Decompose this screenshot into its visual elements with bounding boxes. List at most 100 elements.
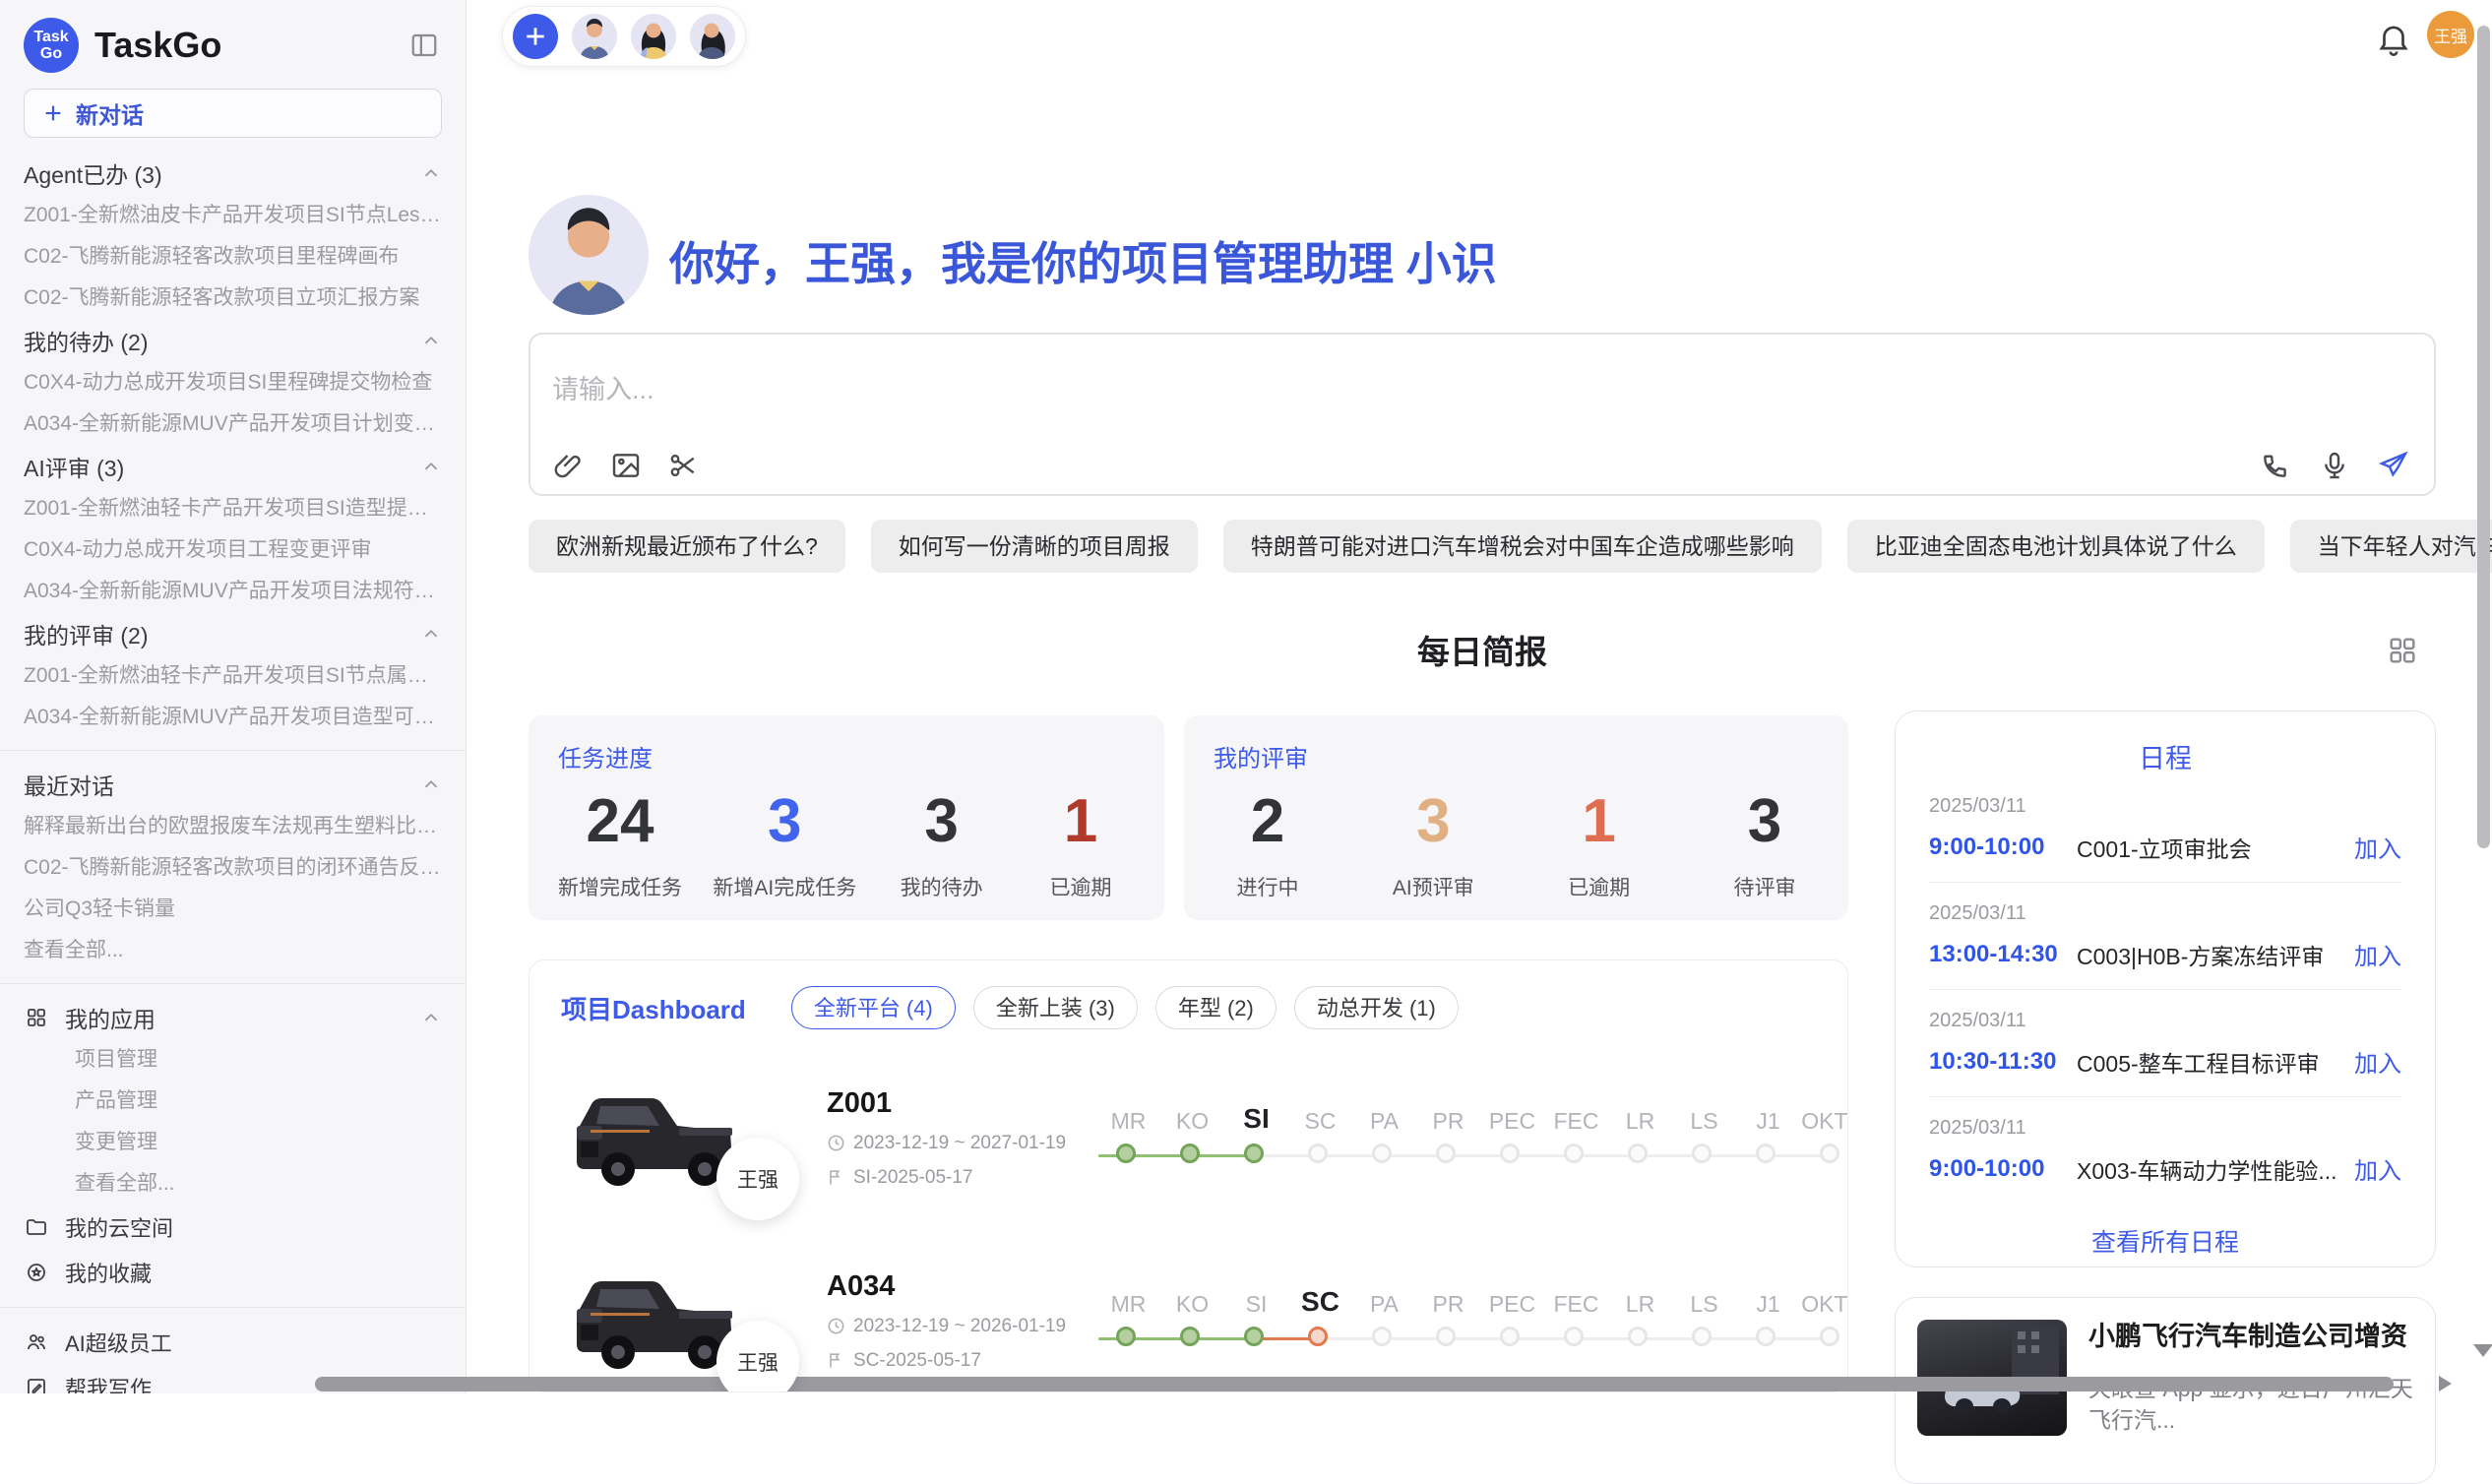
- milestone-label: PR: [1416, 1278, 1480, 1318]
- sidebar-item-ai-super-staff[interactable]: AI超级员工: [24, 1320, 442, 1365]
- stat-review-overdue: 1 已逾期: [1545, 787, 1653, 901]
- section-header-ai-review[interactable]: AI评审 (3): [24, 445, 442, 488]
- conversation-item[interactable]: A034-全新新能源MUV产品开发项目法规符合性评审: [24, 571, 442, 612]
- schedule-title: 日程: [1929, 737, 2401, 775]
- conversation-item[interactable]: Z001-全新燃油轻卡产品开发项目SI节点属性5D文件评审: [24, 655, 442, 697]
- section-header-my-todo[interactable]: 我的待办 (2): [24, 319, 442, 362]
- sidebar-item-cloud-space[interactable]: 我的云空间: [24, 1205, 442, 1250]
- logo-text-bottom: Go: [40, 45, 62, 62]
- flag-icon: [827, 1168, 845, 1187]
- milestone-dot-done: [1180, 1327, 1200, 1346]
- milestone-label: PA: [1352, 1095, 1416, 1135]
- milestone-dot: [1820, 1144, 1839, 1163]
- add-agent-button[interactable]: [513, 14, 558, 59]
- clock-icon: [827, 1317, 845, 1335]
- section-header-agent-done[interactable]: Agent已办 (3): [24, 152, 442, 195]
- recent-conversation-item[interactable]: 公司Q3轻卡销量: [24, 889, 442, 930]
- view-all-recent[interactable]: 查看全部...: [24, 930, 442, 971]
- suggestion-chip[interactable]: 当下年轻人对汽车外观有怎样的喜好趋势: [2290, 520, 2492, 573]
- event-time: 13:00-14:30: [1929, 941, 2077, 968]
- join-link[interactable]: 加入: [2354, 830, 2401, 864]
- conversation-item[interactable]: C0X4-动力总成开发项目工程变更评审: [24, 529, 442, 571]
- stat-pending-review: 3 待评审: [1711, 787, 1819, 901]
- project-row: 王强 A034 2023-12-19 ~ 2026-01-19 SC-2025-…: [561, 1246, 1816, 1392]
- conversation-item[interactable]: Z001-全新燃油轻卡产品开发项目SI造型提交物评审: [24, 488, 442, 529]
- app-logo: Task Go: [24, 18, 79, 73]
- suggestion-chip[interactable]: 比亚迪全固态电池计划具体说了什么: [1847, 520, 2265, 573]
- milestone-label: FEC: [1544, 1095, 1608, 1135]
- milestone-dot-done: [1116, 1327, 1136, 1346]
- horizontal-scrollbar[interactable]: [315, 1377, 2394, 1391]
- milestone-label: PA: [1352, 1278, 1416, 1318]
- project-name[interactable]: Z001: [827, 1087, 1073, 1120]
- filter-new-body[interactable]: 全新上装 (3): [973, 986, 1138, 1029]
- sidebar-item-label: 我的收藏: [65, 1257, 152, 1288]
- suggestion-chip[interactable]: 如何写一份清晰的项目周报: [871, 520, 1198, 573]
- task-progress-card: 任务进度 24 新增完成任务 3 新增AI完成任务 3 我的待办 1 已逾期: [529, 715, 1164, 920]
- agent-avatar-3[interactable]: [690, 14, 735, 59]
- scissors-icon[interactable]: [664, 447, 702, 484]
- vertical-scrollbar[interactable]: [2477, 26, 2490, 848]
- section-header-my-apps[interactable]: 我的应用: [24, 996, 442, 1039]
- sidebar-item-favorites[interactable]: 我的收藏: [24, 1250, 442, 1295]
- filter-new-platform[interactable]: 全新平台 (4): [791, 986, 956, 1029]
- recent-conversation-item[interactable]: C02-飞腾新能源轻客改款项目的闭环通告反馈情况: [24, 847, 442, 889]
- milestone-label: FEC: [1544, 1278, 1608, 1318]
- view-all-apps[interactable]: 查看全部...: [24, 1163, 442, 1205]
- conversation-item[interactable]: A034-全新新能源MUV产品开发项目计划变更表编写: [24, 403, 442, 445]
- conversation-item[interactable]: C02-飞腾新能源轻客改款项目里程碑画布: [24, 236, 442, 278]
- dashboard-filters: 全新平台 (4) 全新上装 (3) 年型 (2) 动总开发 (1): [791, 986, 1459, 1029]
- project-flag: SI-2025-05-17: [827, 1167, 1073, 1189]
- app-item-change-mgmt[interactable]: 变更管理: [24, 1122, 442, 1163]
- join-link[interactable]: 加入: [2354, 1044, 2401, 1079]
- assistant-avatar: [529, 195, 649, 315]
- milestone-label: LS: [1672, 1095, 1736, 1135]
- send-icon[interactable]: [2375, 447, 2412, 484]
- new-chat-button[interactable]: 新对话: [24, 89, 442, 138]
- milestone-label: SC: [1288, 1095, 1352, 1135]
- divider: [0, 1307, 466, 1308]
- microphone-icon[interactable]: [2316, 447, 2353, 484]
- dashboard-title: 项目Dashboard: [561, 990, 746, 1026]
- divider: [0, 983, 466, 984]
- section-header-my-review[interactable]: 我的评审 (2): [24, 612, 442, 655]
- recent-conversation-item[interactable]: 解释最新出台的欧盟报废车法规再生塑料比例被调至15%...: [24, 806, 442, 847]
- section-header-recent[interactable]: 最近对话: [24, 763, 442, 806]
- plus-icon: [523, 24, 548, 49]
- notifications-bell-icon[interactable]: [2375, 20, 2412, 57]
- agent-avatar-1[interactable]: [572, 14, 617, 59]
- chevron-up-icon: [420, 773, 442, 795]
- layout-grid-icon[interactable]: [2386, 634, 2419, 667]
- attachment-icon[interactable]: [550, 447, 588, 484]
- conversation-item[interactable]: C02-飞腾新能源轻客改款项目立项汇报方案: [24, 278, 442, 319]
- milestone-label: J1: [1736, 1278, 1800, 1318]
- milestone-dot: [1628, 1327, 1648, 1346]
- user-avatar[interactable]: 王强: [2427, 11, 2474, 58]
- join-link[interactable]: 加入: [2354, 937, 2401, 971]
- app-item-project-mgmt[interactable]: 项目管理: [24, 1039, 442, 1081]
- agent-avatar-2[interactable]: [631, 14, 676, 59]
- filter-powertrain[interactable]: 动总开发 (1): [1294, 986, 1459, 1029]
- project-name[interactable]: A034: [827, 1270, 1073, 1303]
- conversation-item[interactable]: Z001-全新燃油皮卡产品开发项目SI节点Lesson Learn报告: [24, 195, 442, 236]
- sidebar-item-label: 我的云空间: [65, 1211, 173, 1243]
- join-link[interactable]: 加入: [2354, 1151, 2401, 1186]
- app-item-product-mgmt[interactable]: 产品管理: [24, 1081, 442, 1122]
- suggestion-chip[interactable]: 欧洲新规最近颁布了什么?: [529, 520, 845, 573]
- chat-input[interactable]: [552, 368, 1733, 439]
- milestone-label: OKTB: [1800, 1095, 1848, 1135]
- conversation-item[interactable]: A034-全新新能源MUV产品开发项目造型可行性评审: [24, 697, 442, 738]
- project-image: 王强: [561, 1252, 758, 1390]
- suggestion-chip[interactable]: 特朗普可能对进口汽车增税会对中国车企造成哪些影响: [1223, 520, 1822, 573]
- scroll-right-arrow-icon[interactable]: [2439, 1376, 2452, 1391]
- voice-call-icon[interactable]: [2257, 447, 2294, 484]
- image-icon[interactable]: [607, 447, 645, 484]
- write-icon: [24, 1375, 49, 1393]
- filter-model-year[interactable]: 年型 (2): [1155, 986, 1277, 1029]
- sidebar-collapse-icon[interactable]: [406, 28, 442, 63]
- conversation-item[interactable]: C0X4-动力总成开发项目SI里程碑提交物检查: [24, 362, 442, 403]
- divider: [0, 750, 466, 751]
- milestone-label-current: SI: [1224, 1095, 1288, 1135]
- scroll-down-arrow-icon[interactable]: [2473, 1344, 2492, 1357]
- view-all-schedule-link[interactable]: 查看所有日程: [1929, 1223, 2401, 1259]
